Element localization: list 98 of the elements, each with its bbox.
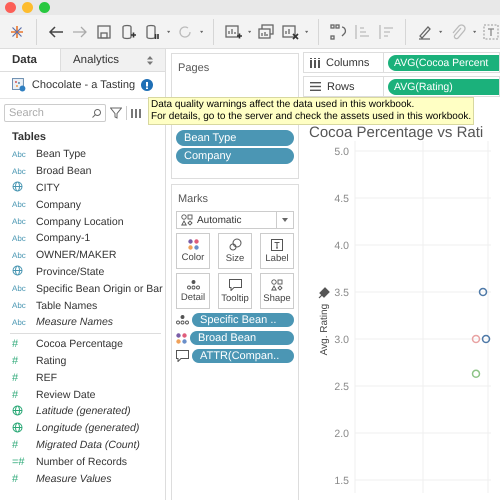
section-heading: Tables [11, 130, 48, 145]
type-label: # [12, 438, 20, 451]
caret-icon[interactable] [282, 218, 288, 222]
dots-icon [176, 332, 187, 344]
warning-icon[interactable] [141, 79, 153, 91]
y-tick-label: 3.0 [334, 334, 349, 346]
field-name[interactable]: Bean Type [36, 148, 86, 160]
data-source-icon [12, 78, 26, 92]
stepper-icon[interactable] [147, 56, 153, 64]
filter-icon[interactable] [110, 107, 122, 119]
field-name[interactable]: Latitude (generated) [36, 405, 131, 418]
rows-icon [310, 82, 321, 91]
globe-icon [12, 265, 23, 276]
type-label: Abc [12, 301, 27, 310]
view-columns-icon[interactable] [131, 108, 141, 118]
caret-icon[interactable] [439, 30, 443, 34]
y-tick-label: 4.5 [334, 193, 349, 205]
caret-icon[interactable] [304, 30, 308, 34]
pin-icon[interactable] [318, 287, 330, 299]
type-label: Abc [12, 284, 27, 294]
type-label: Abc [12, 200, 27, 210]
shapes-icon [271, 278, 283, 290]
field-name[interactable]: Migrated Data (Count) [36, 438, 140, 451]
shapes-icon [228, 238, 242, 251]
field-name[interactable]: REF [36, 372, 57, 384]
y-tick-label: 1.5 [334, 475, 349, 487]
panel-tab[interactable]: Analytics [60, 49, 165, 71]
data-source-name[interactable]: Chocolate - a Tasting [32, 79, 136, 91]
type-label: Abc [12, 318, 27, 327]
field-name[interactable]: Review Date [36, 388, 96, 401]
mark-type-dropdown[interactable]: Automatic [176, 211, 294, 229]
pages-heading: Pages [178, 62, 210, 74]
y-tick-label: 2.5 [334, 381, 349, 393]
speech-bubble-icon [228, 278, 242, 290]
field-name[interactable]: Table Names [36, 300, 98, 312]
field-name[interactable]: Company Location [36, 216, 124, 228]
caret-icon[interactable] [200, 30, 204, 34]
chart-title: Cocoa Percentage vs Rati [309, 124, 484, 141]
caret-icon[interactable] [166, 30, 170, 34]
swap-icon[interactable] [328, 22, 347, 40]
field-name[interactable]: Company [36, 198, 81, 211]
shelf-label: Rows [304, 77, 384, 96]
field-name[interactable]: Company-1 [36, 232, 90, 244]
mark-card[interactable]: Size [218, 233, 252, 269]
type-label: =# [12, 456, 26, 468]
text-box-icon [271, 238, 283, 250]
save-icon[interactable] [94, 22, 113, 40]
clear-chart-icon[interactable] [280, 22, 299, 40]
field-name[interactable]: OWNER/MAKER [36, 249, 117, 262]
mark-card[interactable]: Color [176, 233, 210, 269]
columns-icon [310, 58, 320, 68]
mark-card[interactable]: Detail [176, 273, 210, 309]
speech-bubble-icon [176, 350, 189, 362]
field-name[interactable]: Specific Bean Origin or Bar [36, 282, 163, 295]
shapes-icon [181, 214, 193, 226]
field-name[interactable]: Province/State [36, 266, 104, 278]
y-tick-label: 4.0 [334, 240, 349, 252]
type-label: # [12, 472, 20, 485]
dots-icon [188, 239, 198, 250]
duplicate-chart-icon[interactable] [256, 22, 275, 40]
marks-heading: Marks [178, 193, 209, 205]
y-tick-label: 5.0 [334, 146, 349, 158]
shelf-label: Columns [304, 53, 384, 72]
type-label: # [12, 338, 20, 350]
search-field[interactable]: Search [4, 104, 106, 122]
type-label: Abc [12, 250, 27, 260]
field-name[interactable]: Broad Bean [36, 165, 92, 178]
y-axis-title: Avg. Rating [319, 304, 330, 356]
search-icon [92, 108, 101, 118]
globe-icon [12, 404, 23, 416]
globe-icon [12, 422, 23, 433]
type-label: Abc [12, 234, 27, 243]
text-icon[interactable] [482, 22, 500, 40]
new-chart-icon[interactable] [224, 22, 242, 40]
y-tick-label: 2.0 [334, 428, 349, 440]
caret-icon[interactable] [248, 30, 251, 34]
field-name[interactable]: Cocoa Percentage [36, 338, 123, 350]
dots-icon [186, 280, 200, 290]
type-label: # [12, 354, 20, 367]
mark-card[interactable]: Shape [260, 273, 294, 309]
caret-icon[interactable] [472, 30, 476, 34]
type-label: # [12, 372, 20, 384]
dots-icon [176, 315, 189, 325]
y-tick-label: 3.5 [334, 287, 349, 299]
field-name[interactable]: Rating [36, 354, 66, 367]
field-name[interactable]: Number of Records [36, 456, 128, 468]
type-label: Abc [12, 166, 27, 176]
type-label: Abc [12, 150, 27, 159]
mark-card[interactable]: Tooltip [218, 273, 252, 309]
warning-tooltip: Data quality warnings affect the data used in this workbook. For details, go to the server and check the assets used in this workbook. [148, 97, 474, 125]
type-label: # [12, 388, 20, 401]
field-name[interactable]: Measure Names [36, 316, 114, 328]
field-name[interactable]: CITY [36, 182, 60, 194]
mark-card[interactable]: Label [260, 233, 294, 269]
type-label: Abc [12, 217, 27, 226]
globe-icon [12, 181, 23, 192]
field-name[interactable]: Longitude (generated) [36, 422, 140, 434]
field-name[interactable]: Measure Values [36, 472, 112, 485]
